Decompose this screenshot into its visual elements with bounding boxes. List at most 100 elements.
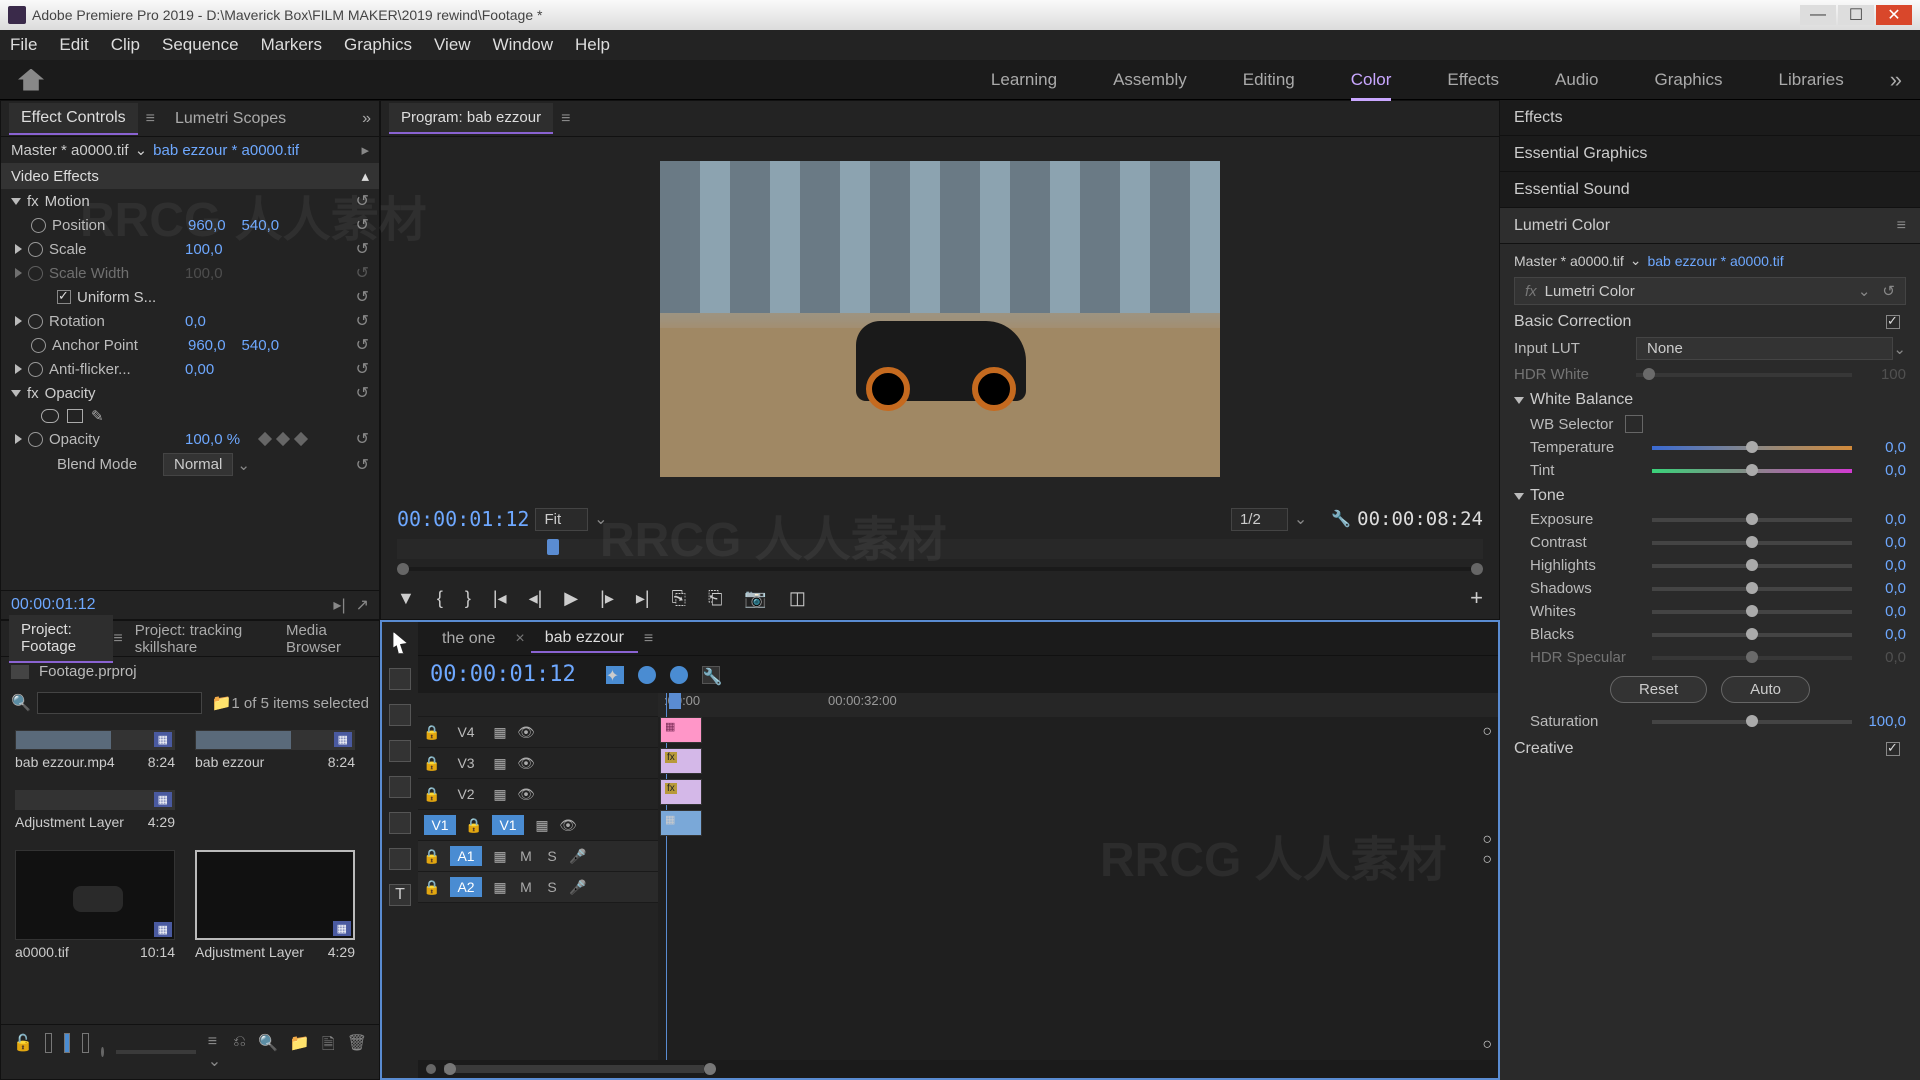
position-y[interactable]: 540,0 (242, 217, 280, 234)
ws-libraries[interactable]: Libraries (1779, 70, 1844, 90)
auto-button[interactable]: Auto (1721, 676, 1810, 703)
stopwatch-icon[interactable] (31, 338, 46, 353)
find-icon[interactable]: 🔍 (258, 1033, 278, 1071)
twirl-icon[interactable] (15, 364, 22, 374)
contrast-slider[interactable] (1652, 541, 1852, 545)
eye-icon[interactable]: 👁 (518, 724, 534, 740)
window-close[interactable]: ✕ (1876, 5, 1912, 25)
wb-header[interactable]: White Balance (1530, 391, 1633, 409)
lock-icon[interactable]: 🔒 (424, 879, 440, 895)
saturation-value[interactable]: 100,0 (1862, 713, 1906, 730)
menu-graphics[interactable]: Graphics (344, 35, 412, 55)
creative-enable-checkbox[interactable] (1886, 742, 1900, 756)
exposure-value[interactable]: 0,0 (1862, 511, 1906, 528)
chevron-down-icon[interactable]: ⌄ (135, 141, 148, 159)
button-editor-icon[interactable]: + (1470, 585, 1483, 611)
exposure-slider[interactable] (1652, 518, 1852, 522)
sync-lock-icon[interactable]: ▦ (492, 724, 508, 740)
creative-header[interactable]: Creative (1514, 740, 1574, 758)
write-enable-icon[interactable]: 🔓 (13, 1033, 33, 1071)
type-tool-icon[interactable]: T (389, 884, 411, 906)
clip-v2[interactable]: fx (660, 779, 702, 805)
video-effects-hdr[interactable]: Video Effects (11, 168, 99, 185)
collapse-icon[interactable]: ▴ (361, 167, 369, 185)
ws-color[interactable]: Color (1351, 70, 1392, 90)
lumetri-effect-name[interactable]: Lumetri Color (1545, 283, 1858, 300)
clip-v1[interactable]: ▦ (660, 810, 702, 836)
reset-button[interactable]: Reset (1610, 676, 1707, 703)
step-fwd-icon[interactable]: |▸ (600, 588, 614, 609)
ws-effects[interactable]: Effects (1447, 70, 1499, 90)
wrench-icon[interactable]: 🔧 (1331, 509, 1351, 529)
ec-zoom-icon[interactable]: ▸| (333, 595, 345, 615)
twirl-icon[interactable] (1514, 493, 1524, 500)
slip-tool-icon[interactable] (389, 776, 411, 798)
lock-icon[interactable]: 🔒 (424, 755, 440, 771)
tab-essential-sound[interactable]: Essential Sound (1500, 172, 1920, 208)
reset-icon[interactable]: ↺ (356, 239, 369, 259)
program-timecode[interactable]: 00:00:01:12 (397, 507, 529, 531)
basic-correction-hdr[interactable]: Basic Correction (1514, 313, 1631, 331)
step-back-icon[interactable]: ◂| (529, 588, 543, 609)
track-select-tool-icon[interactable] (389, 668, 411, 690)
tint-value[interactable]: 0,0 (1862, 462, 1906, 479)
add-keyframe-icon[interactable] (276, 432, 290, 446)
tab-lumetri-scopes[interactable]: Lumetri Scopes (163, 104, 298, 134)
tab-project-tracking[interactable]: Project: tracking skillshare (123, 616, 274, 662)
hand-tool-icon[interactable] (389, 848, 411, 870)
rotation-value[interactable]: 0,0 (185, 313, 206, 330)
timeline-settings-icon[interactable]: 🔧 (702, 666, 720, 684)
shadows-value[interactable]: 0,0 (1862, 580, 1906, 597)
delete-icon[interactable]: 🗑 (347, 1033, 367, 1071)
menu-sequence[interactable]: Sequence (162, 35, 239, 55)
eye-icon[interactable]: 👁 (560, 817, 576, 833)
mark-in-icon[interactable]: { (437, 588, 443, 609)
seq-tab-bab-ezzour[interactable]: bab ezzour (531, 625, 638, 653)
zoom-select[interactable]: Fit (535, 508, 588, 531)
blendmode-select[interactable]: Normal (163, 453, 233, 476)
solo-icon[interactable]: S (544, 848, 560, 864)
twirl-icon[interactable] (11, 198, 21, 205)
twirl-icon[interactable] (15, 434, 22, 444)
reset-icon[interactable]: ↺ (356, 383, 369, 403)
export-frame-icon[interactable]: 📷 (744, 588, 766, 609)
mute-icon[interactable]: M (518, 848, 534, 864)
sync-lock-icon[interactable]: ▦ (492, 755, 508, 771)
reset-icon[interactable]: ↺ (356, 287, 369, 307)
razor-tool-icon[interactable] (389, 740, 411, 762)
project-item[interactable]: ▦a0000.tif10:14 (15, 850, 175, 960)
twirl-icon[interactable] (15, 316, 22, 326)
reset-icon[interactable]: ↺ (356, 191, 369, 211)
extract-icon[interactable]: ⎗ (708, 588, 722, 609)
panel-overflow-icon[interactable]: » (362, 110, 371, 128)
tab-essential-graphics[interactable]: Essential Graphics (1500, 136, 1920, 172)
stopwatch-icon[interactable] (28, 242, 43, 257)
mask-ellipse-icon[interactable] (41, 409, 59, 423)
motion-label[interactable]: Motion (45, 193, 90, 210)
new-bin-icon[interactable]: 📁 (290, 1033, 310, 1071)
tab-menu-icon[interactable]: ≡ (146, 110, 155, 128)
menu-view[interactable]: View (434, 35, 471, 55)
uniform-checkbox[interactable] (57, 290, 71, 304)
v-zoom-dot[interactable]: ○ (1482, 723, 1492, 741)
temp-slider[interactable] (1652, 446, 1852, 450)
shadows-slider[interactable] (1652, 587, 1852, 591)
program-preview[interactable] (660, 161, 1220, 477)
tab-menu-icon[interactable]: ≡ (644, 630, 653, 648)
menu-edit[interactable]: Edit (59, 35, 88, 55)
tab-effect-controls[interactable]: Effect Controls (9, 103, 138, 135)
mute-icon[interactable]: M (518, 879, 534, 895)
menu-window[interactable]: Window (493, 35, 553, 55)
lock-icon[interactable]: 🔒 (424, 724, 440, 740)
ripple-tool-icon[interactable] (389, 704, 411, 726)
new-item-icon[interactable]: 🗎 (322, 1033, 335, 1071)
sync-lock-icon[interactable]: ▦ (534, 817, 550, 833)
panel-menu-icon[interactable]: ≡ (1897, 217, 1906, 235)
twirl-icon[interactable] (1514, 397, 1524, 404)
ws-graphics[interactable]: Graphics (1655, 70, 1723, 90)
anchor-x[interactable]: 960,0 (188, 337, 226, 354)
highlights-slider[interactable] (1652, 564, 1852, 568)
lift-icon[interactable]: ⎘ (672, 588, 686, 609)
freeform-view-icon[interactable] (82, 1033, 89, 1053)
stopwatch-icon[interactable] (28, 362, 43, 377)
